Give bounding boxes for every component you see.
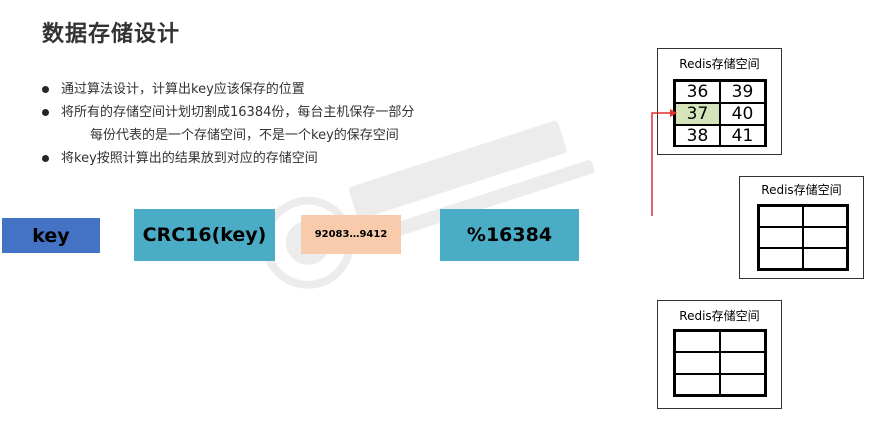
crc16-box: CRC16(key) xyxy=(134,209,275,261)
slot-cell xyxy=(675,331,720,353)
slot-cell xyxy=(675,373,720,395)
slot-cell: 36 xyxy=(675,81,720,103)
slot-cell: 41 xyxy=(720,125,765,147)
slot-cell xyxy=(720,373,765,395)
redis-node-3: Redis存储空间 xyxy=(657,300,782,409)
slot-grid xyxy=(673,329,767,397)
bullet-list: 通过算法设计，计算出key应该保存的位置 将所有的存储空间计划切割成16384份… xyxy=(42,78,602,170)
redis-node-2: Redis存储空间 xyxy=(739,176,864,279)
modulo-box: %16384 xyxy=(440,209,579,261)
slot-grid: 36 39 37 40 38 41 xyxy=(673,79,767,147)
slot-cell xyxy=(803,248,847,269)
page-title: 数据存储设计 xyxy=(42,22,181,47)
slot-cell xyxy=(720,331,765,353)
slot-cell xyxy=(803,206,847,227)
slot-cell xyxy=(759,206,803,227)
slot-grid xyxy=(757,204,849,271)
bullet-text: 将所有的存储空间计划切割成16384份，每台主机保存一部分 xyxy=(61,105,415,120)
slot-cell xyxy=(759,227,803,248)
arrow-right-icon xyxy=(651,109,677,216)
slot-cell xyxy=(720,352,765,374)
bullet-text: 每份代表的是一个存储空间，不是一个key的保存空间 xyxy=(90,128,399,143)
node-label: Redis存储空间 xyxy=(761,183,842,197)
hash-value-box: 92083…9412 xyxy=(301,215,401,254)
bullet-dot-icon xyxy=(42,109,49,116)
bullet-text: 将key按照计算出的结果放到对应的存储空间 xyxy=(61,151,318,166)
slot-cell xyxy=(803,227,847,248)
slot-cell xyxy=(759,248,803,269)
bullet-item: 将所有的存储空间计划切割成16384份，每台主机保存一部分 xyxy=(42,101,602,124)
slot-cell xyxy=(675,352,720,374)
key-box: key xyxy=(2,218,100,253)
node-label: Redis存储空间 xyxy=(679,309,760,323)
bullet-text: 通过算法设计，计算出key应该保存的位置 xyxy=(61,82,305,97)
bullet-dot-icon xyxy=(42,155,49,162)
bullet-item: 通过算法设计，计算出key应该保存的位置 xyxy=(42,78,602,101)
slot-cell: 40 xyxy=(720,103,765,125)
slot-cell-highlighted: 37 xyxy=(675,103,720,125)
bullet-dot-icon xyxy=(42,86,49,93)
node-label: Redis存储空间 xyxy=(679,57,760,71)
slot-cell: 38 xyxy=(675,125,720,147)
bullet-subtext: 每份代表的是一个存储空间，不是一个key的保存空间 xyxy=(42,124,602,147)
bullet-item: 将key按照计算出的结果放到对应的存储空间 xyxy=(42,147,602,170)
slot-cell: 39 xyxy=(720,81,765,103)
